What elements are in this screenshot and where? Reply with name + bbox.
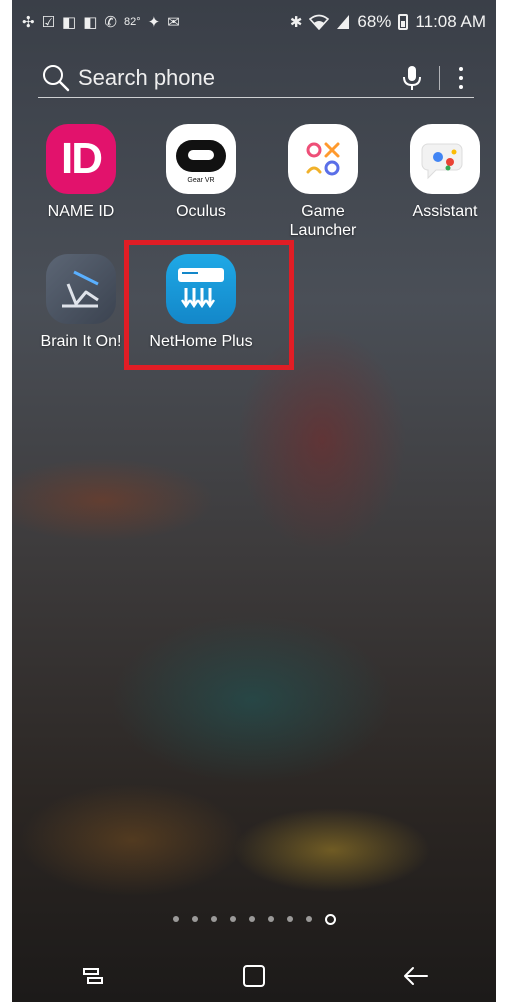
status-right-icons: ✱ 68% 11:08 AM [290,12,486,32]
clock: 11:08 AM [415,12,486,31]
flipboard-icon: ◧ [83,13,98,31]
sync-icon: ✣ [22,13,35,31]
app-label-name-id: NAME ID [47,203,115,220]
highlight-box [124,240,294,370]
battery-percent: 68% [357,12,392,31]
search-divider [439,65,440,90]
app-label-brain-it-on: Brain It On! [40,333,122,350]
app-label-oculus: Oculus [176,203,226,220]
page-dot-current[interactable] [324,913,336,925]
check-box-icon: ☑ [41,13,56,31]
page-dot[interactable] [267,916,274,922]
home-screen: ✣ ☑ ◧ ◧ ✆ 82° ✦ ✉ ✱ 68% 11:08 AM Search … [12,0,496,1002]
bluetooth-icon: ✱ [289,13,303,31]
recent-apps-button[interactable] [73,956,113,996]
game-launcher-icon[interactable] [288,124,358,194]
assistant-icon[interactable] [410,124,480,194]
page-dot[interactable] [305,916,312,922]
page-dot[interactable] [286,916,293,922]
app-oculus[interactable]: Gear VR Oculus [146,124,256,221]
page-dot[interactable] [191,916,198,922]
app-name-id[interactable]: ID NAME ID [26,124,136,221]
name-id-icon[interactable]: ID [46,124,116,194]
name-id-glyph: ID [61,134,103,183]
app-assistant[interactable]: Assistant [390,124,496,221]
temperature-icon: 82° [123,15,141,28]
battery-icon [398,14,409,30]
wifi-call-icon: ✆ [104,13,117,31]
search-input[interactable] [70,63,401,92]
page-dot[interactable] [210,916,217,922]
oculus-icon[interactable]: Gear VR [166,124,236,194]
oculus-glyph: Gear VR [187,177,214,184]
back-button[interactable] [395,956,435,996]
app-game-launcher[interactable]: Game Launcher [268,124,378,240]
brain-it-on-icon[interactable] [46,254,116,324]
mail-icon: ✉ [167,13,180,31]
app-label-assistant: Assistant [412,203,478,220]
home-button[interactable] [234,956,274,996]
flipboard-icon: ◧ [62,13,77,31]
app-label-game-launcher: Game Launcher [289,203,357,239]
recent-apps-icon [82,968,103,984]
page-indicator[interactable] [12,912,496,926]
page-dot[interactable] [248,916,255,922]
more-options-icon[interactable] [458,66,464,89]
app-brain-it-on[interactable]: Brain It On! [26,254,136,351]
search-icon[interactable] [42,64,70,92]
status-left-icons: ✣ ☑ ◧ ◧ ✆ 82° ✦ ✉ [22,15,180,30]
navigation-bar [12,950,496,1002]
page-dot[interactable] [229,916,236,922]
twitter-icon: ✦ [147,13,161,31]
home-icon [242,965,265,987]
wifi-icon [309,14,330,30]
signal-icon [337,15,350,29]
microphone-icon[interactable] [401,65,423,91]
status-bar: ✣ ☑ ◧ ◧ ✆ 82° ✦ ✉ ✱ 68% 11:08 AM [12,0,496,44]
search-bar[interactable] [38,58,474,98]
page-dot[interactable] [172,916,179,922]
back-icon [404,967,429,985]
